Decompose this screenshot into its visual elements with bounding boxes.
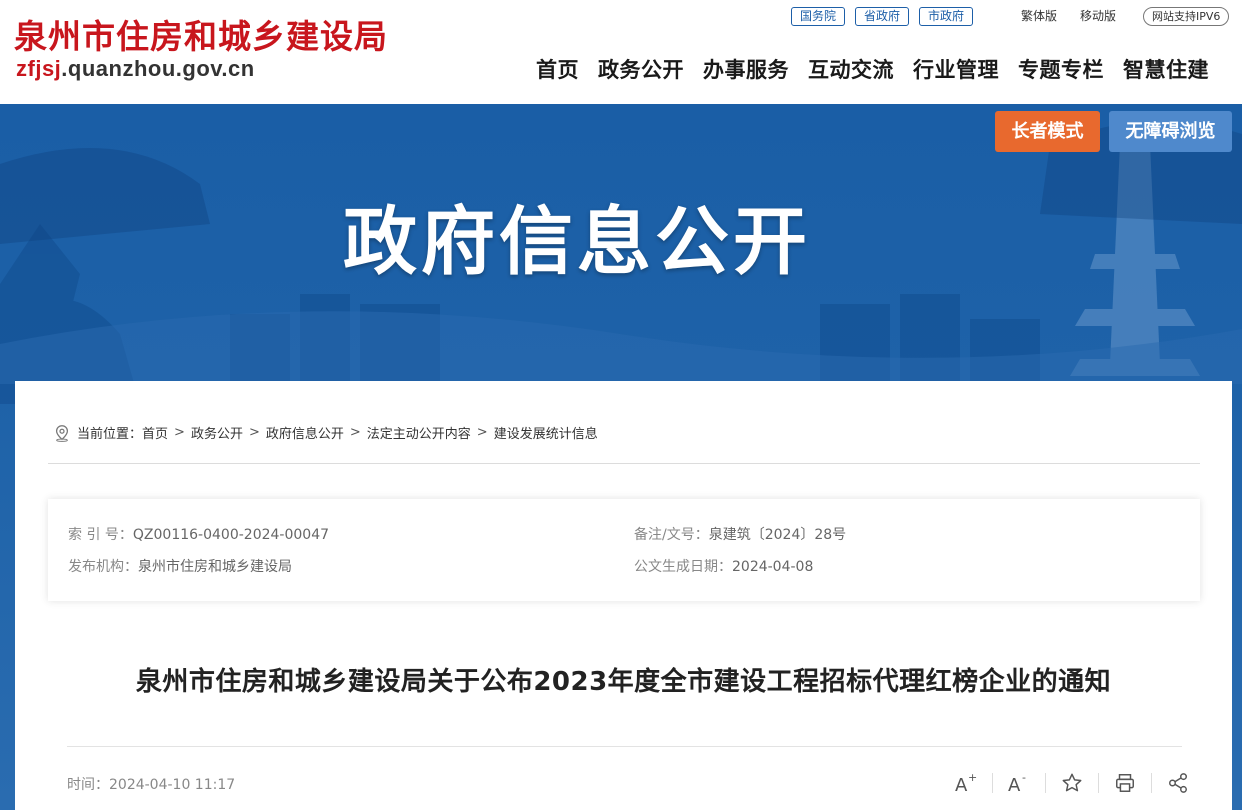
nav-interaction[interactable]: 互动交流	[808, 54, 894, 84]
ipv6-badge: 网站支持IPV6	[1143, 7, 1230, 26]
document-number-value: 泉建筑〔2024〕28号	[708, 527, 847, 543]
breadcrumb-separator: >	[248, 425, 260, 440]
breadcrumb-prefix: 当前位置：	[77, 427, 143, 442]
nav-topics[interactable]: 专题专栏	[1018, 54, 1104, 84]
location-pin-icon	[55, 424, 69, 442]
publishing-org-value: 泉州市住房和城乡建设局	[138, 559, 292, 575]
breadcrumb-statutory[interactable]: 法定主动公开内容	[367, 423, 471, 442]
breadcrumb-home[interactable]: 首页	[142, 423, 168, 442]
domain-highlight: zfjsj	[16, 56, 62, 81]
publish-time-label: 时间：	[67, 777, 109, 793]
traditional-chinese-link[interactable]: 繁体版	[1021, 7, 1057, 24]
publish-time-value: 2024-04-10 11:17	[109, 777, 236, 793]
tool-divider	[1098, 773, 1099, 793]
svg-text:-: -	[1022, 772, 1026, 784]
document-title: 泉州市住房和城乡建设局关于公布2023年度全市建设工程招标代理红榜企业的通知	[135, 667, 1112, 697]
index-number-label: 索 引 号：	[68, 527, 133, 543]
nav-gov-affairs[interactable]: 政务公开	[598, 54, 684, 84]
breadcrumb-gov-info[interactable]: 政府信息公开	[266, 423, 344, 442]
font-increase-icon[interactable]: A +	[952, 769, 980, 797]
publishing-org: 发布机构：泉州市住房和城乡建设局	[68, 556, 292, 576]
nav-home[interactable]: 首页	[536, 54, 579, 84]
share-icon[interactable]	[1164, 769, 1192, 797]
document-date-label: 公文生成日期：	[634, 559, 732, 575]
breadcrumb-divider	[48, 463, 1200, 464]
tool-divider	[992, 773, 993, 793]
svg-text:A: A	[955, 775, 968, 794]
breadcrumb-gov-affairs[interactable]: 政务公开	[191, 423, 243, 442]
link-state-council[interactable]: 国务院	[791, 7, 846, 26]
site-header: 泉州市住房和城乡建设局 zfjsj.quanzhou.gov.cn 国务院 省政…	[0, 0, 1242, 104]
site-domain: zfjsj.quanzhou.gov.cn	[16, 56, 255, 82]
publishing-org-label: 发布机构：	[68, 559, 138, 575]
top-links: 国务院 省政府 市政府	[791, 7, 974, 26]
elder-mode-button[interactable]: 长者模式	[995, 111, 1100, 152]
breadcrumb-separator: >	[349, 425, 361, 440]
article-tools: A + A-	[952, 769, 1192, 797]
breadcrumb-separator: >	[174, 425, 185, 440]
accessibility-button[interactable]: 无障碍浏览	[1109, 111, 1232, 152]
breadcrumb-separator: >	[476, 425, 488, 440]
index-number: 索 引 号：QZ00116-0400-2024-00047	[68, 524, 329, 544]
tool-divider	[1151, 773, 1152, 793]
font-decrease-icon[interactable]: A-	[1005, 769, 1033, 797]
document-date: 公文生成日期：2024-04-08	[634, 556, 813, 576]
svg-text:A: A	[1008, 775, 1021, 794]
publish-time: 时间：2024-04-10 11:17	[67, 774, 235, 794]
domain-rest: .quanzhou.gov.cn	[61, 56, 255, 81]
tool-divider	[1045, 773, 1046, 793]
star-icon[interactable]	[1058, 769, 1086, 797]
svg-text:+: +	[968, 772, 977, 784]
print-icon[interactable]	[1111, 769, 1139, 797]
nav-smart-housing[interactable]: 智慧住建	[1123, 54, 1209, 84]
title-divider	[67, 746, 1182, 747]
banner-title: 政府信息公开	[343, 199, 811, 285]
link-city-gov[interactable]: 市政府	[919, 7, 974, 26]
breadcrumb: 当前位置： 首页 > 政务公开 > 政府信息公开 > 法定主动公开内容 > 建设…	[53, 423, 598, 442]
nav-industry[interactable]: 行业管理	[913, 54, 999, 84]
document-number: 备注/文号：泉建筑〔2024〕28号	[634, 524, 846, 544]
breadcrumb-statistics[interactable]: 建设发展统计信息	[494, 423, 598, 442]
index-number-value: QZ00116-0400-2024-00047	[132, 527, 330, 543]
link-province-gov[interactable]: 省政府	[855, 7, 910, 26]
nav-services[interactable]: 办事服务	[703, 54, 789, 84]
content-card: 当前位置： 首页 > 政务公开 > 政府信息公开 > 法定主动公开内容 > 建设…	[15, 381, 1232, 810]
document-date-value: 2024-04-08	[732, 559, 814, 575]
document-metadata: 索 引 号：QZ00116-0400-2024-00047 备注/文号：泉建筑〔…	[48, 499, 1200, 601]
document-number-label: 备注/文号：	[634, 527, 709, 543]
site-logo-title[interactable]: 泉州市住房和城乡建设局	[14, 10, 388, 58]
main-nav: 首页 政务公开 办事服务 互动交流 行业管理 专题专栏 智慧住建	[536, 54, 1209, 84]
mobile-version-link[interactable]: 移动版	[1080, 7, 1116, 24]
